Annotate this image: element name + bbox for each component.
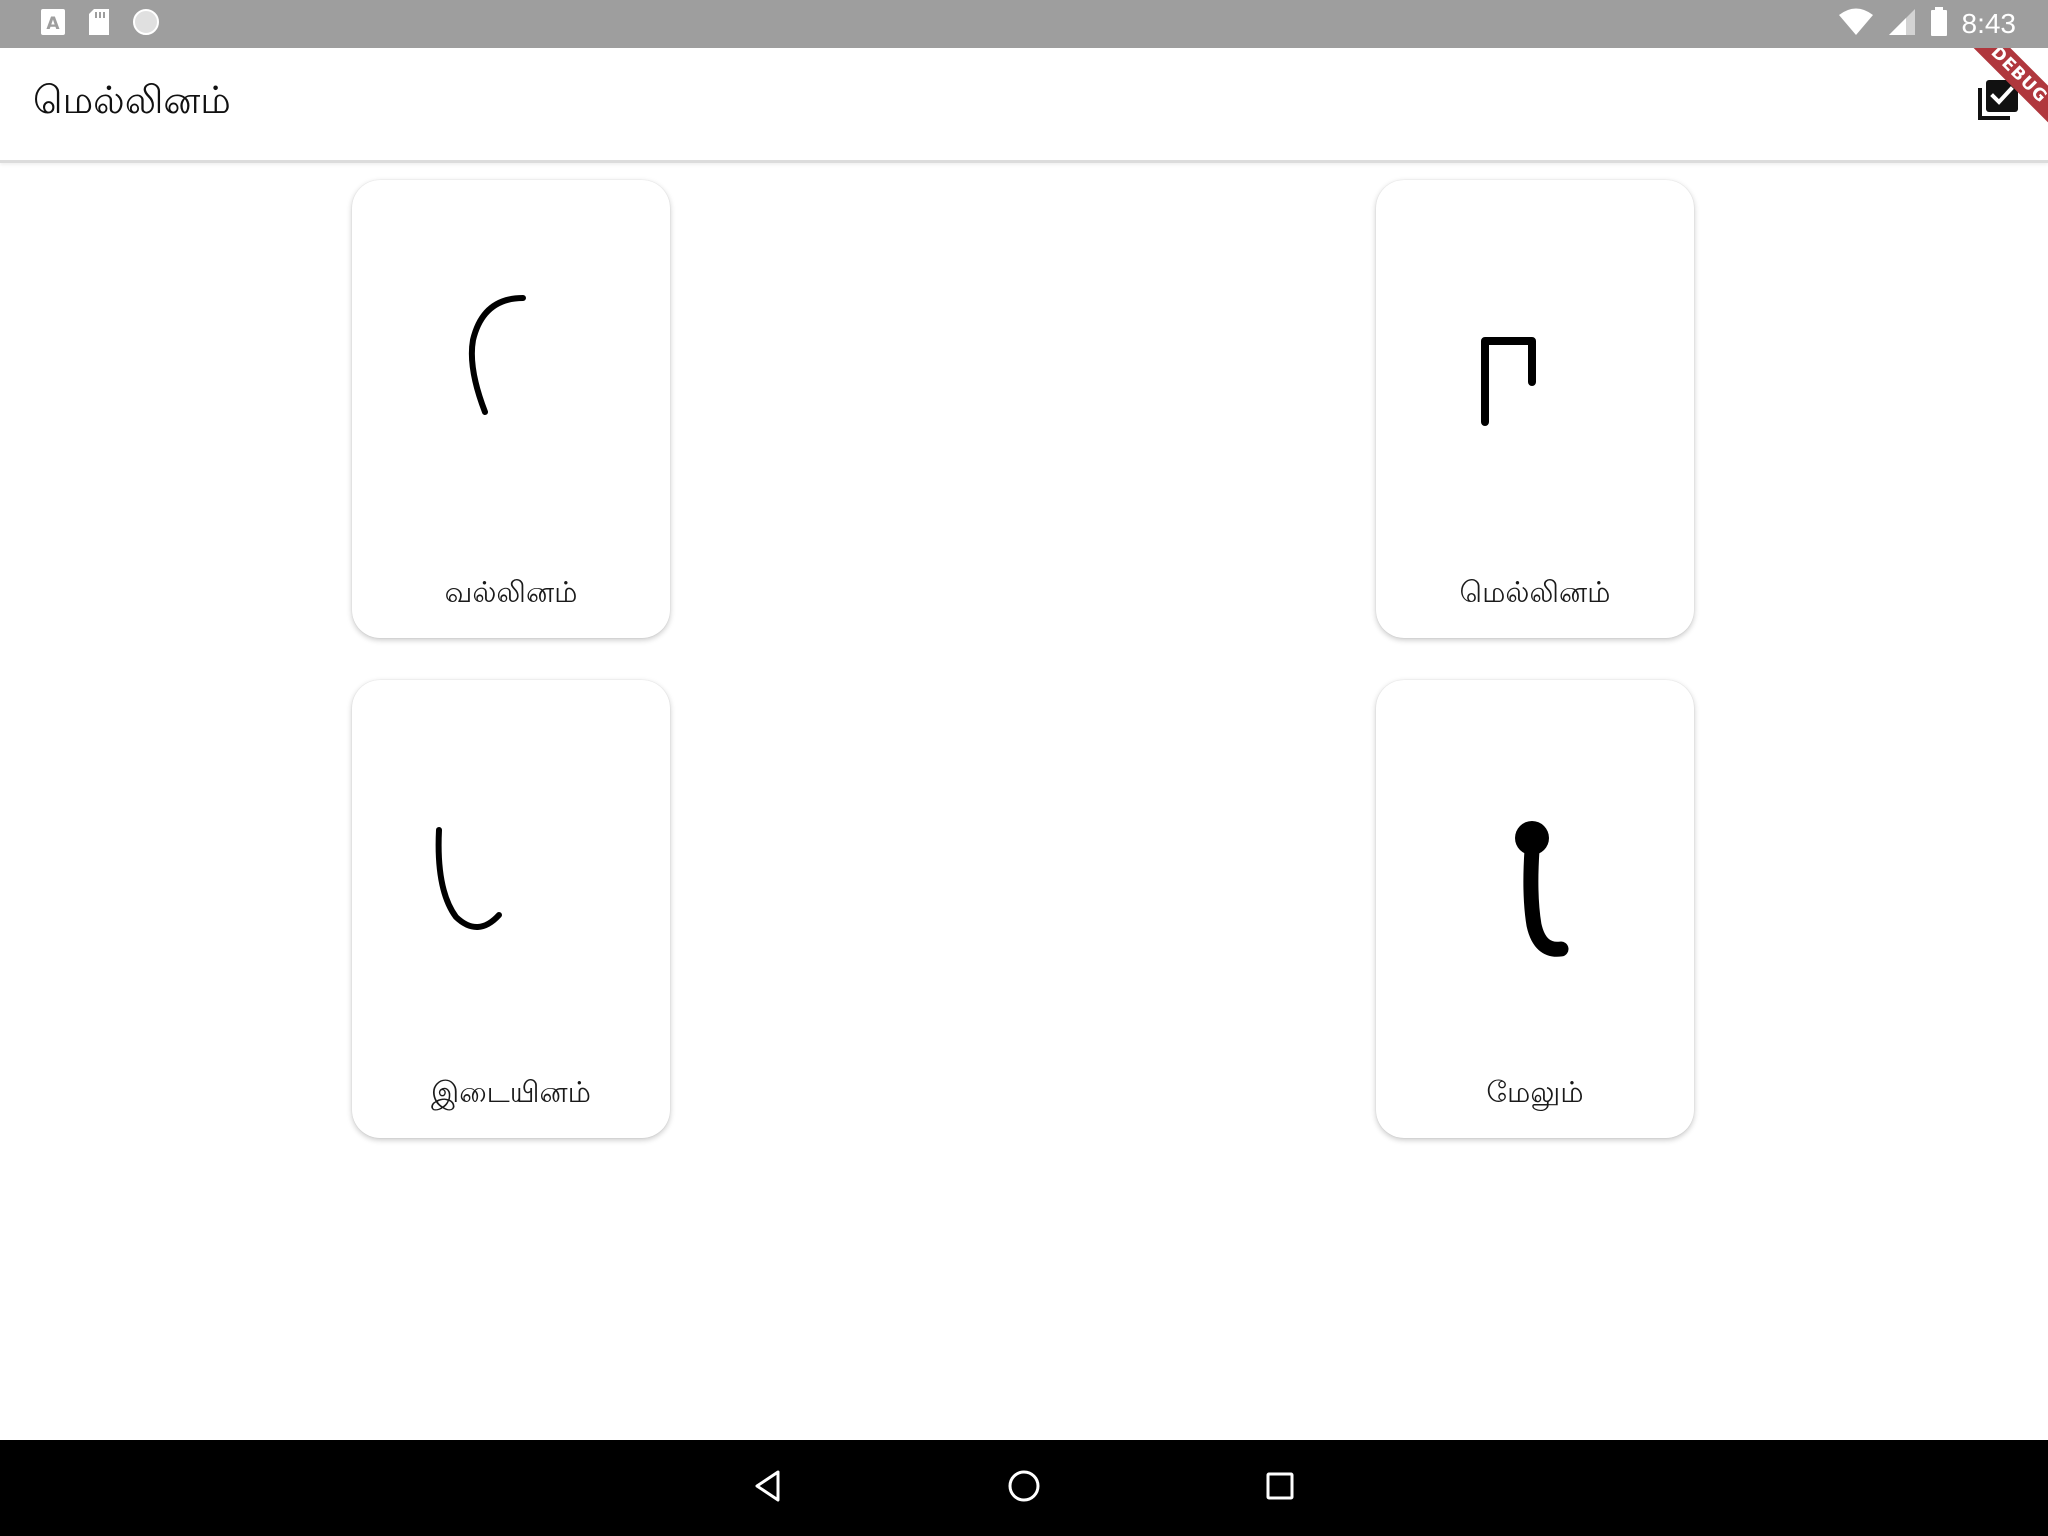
back-button[interactable] (744, 1464, 792, 1512)
back-icon (751, 1469, 785, 1507)
card-mellinam[interactable]: மெல்லினம் (1376, 180, 1694, 638)
card-idaiyinam[interactable]: இடையினம் (352, 680, 670, 1138)
idaiyinam-stroke-icon (352, 680, 670, 1050)
card-label: இடையினம் (431, 1075, 591, 1109)
circle-icon (132, 8, 160, 40)
cellular-signal-icon (1888, 8, 1916, 40)
svg-text:A: A (46, 14, 60, 34)
home-button[interactable] (1000, 1464, 1048, 1512)
font-download-icon: A (40, 8, 66, 40)
system-nav-bar (0, 1440, 2048, 1536)
wifi-icon (1838, 8, 1874, 40)
card-label: மெல்லினம் (1459, 575, 1611, 609)
sd-card-icon (88, 8, 110, 40)
card-melum[interactable]: மேலும் (1376, 680, 1694, 1138)
status-bar: A 8:43 (0, 0, 2048, 48)
status-left-icons: A (40, 8, 160, 40)
vallinam-stroke-icon (352, 180, 670, 550)
category-grid: வல்லினம் மெல்லினம் இடையினம் மேலும் (0, 163, 2048, 1440)
home-icon (1007, 1469, 1041, 1507)
battery-icon (1930, 7, 1948, 41)
mellinam-stroke-icon (1376, 180, 1694, 550)
recents-icon (1264, 1470, 1296, 1506)
app-bar: மெல்லினம் DEBUG (0, 48, 2048, 163)
status-time: 8:43 (1961, 8, 2017, 39)
page-title: மெல்லினம் (33, 78, 231, 122)
melum-stroke-icon (1376, 680, 1694, 1050)
recents-button[interactable] (1256, 1464, 1304, 1512)
status-right-icons: 8:43 (1838, 6, 2017, 42)
card-label: வல்லினம் (444, 575, 578, 609)
card-label: மேலும் (1486, 1075, 1584, 1109)
card-vallinam[interactable]: வல்லினம் (352, 180, 670, 638)
